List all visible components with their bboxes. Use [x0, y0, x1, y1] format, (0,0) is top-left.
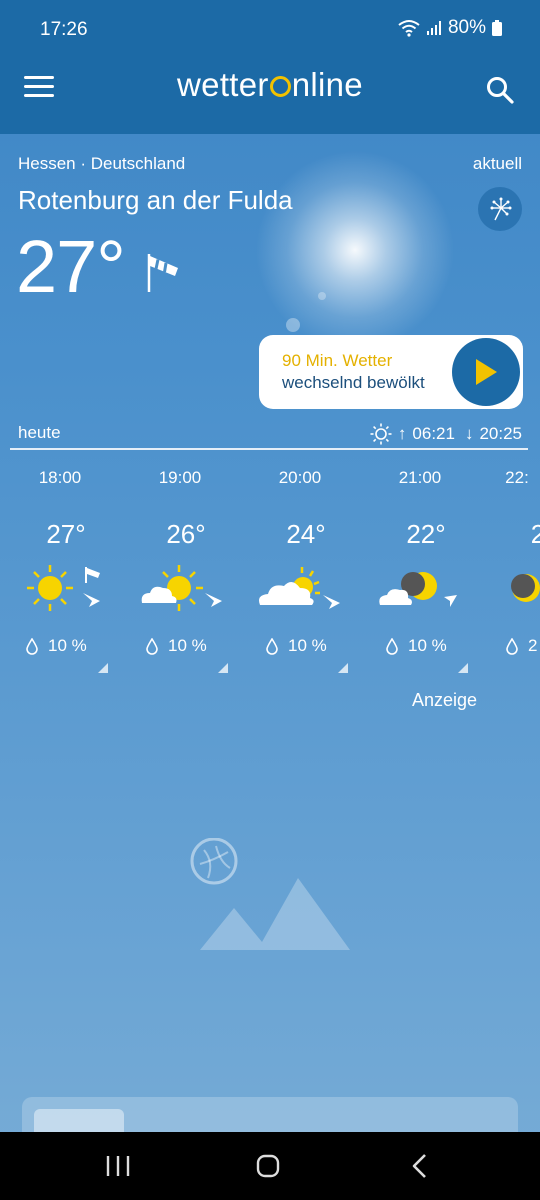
sun-cloud-icon [141, 565, 222, 611]
raindrop-icon [146, 637, 158, 655]
app-header: 17:26 80% wetter nline [0, 0, 540, 134]
hour-temperature: 26° [166, 519, 206, 549]
hour-temperature: 22° [406, 519, 446, 549]
ad-label: Anzeige [412, 690, 478, 710]
hour-time: 19:00 [158, 468, 202, 487]
play-button[interactable] [452, 338, 520, 406]
home-button[interactable] [248, 1148, 288, 1184]
sun-glow-decoration [255, 150, 455, 350]
rain-chance: 10 % [266, 636, 327, 656]
lens-flare [286, 318, 300, 332]
status-time: 17:26 [40, 19, 88, 40]
current-temperature: 27° [16, 225, 126, 308]
hour-time: 18:00 [38, 468, 82, 487]
divider [10, 448, 528, 450]
signal-icon [426, 21, 441, 35]
sun-outline-icon [370, 423, 392, 445]
raindrop-icon [506, 637, 518, 655]
logo-text-prefix: wetter [177, 66, 269, 103]
hour-item[interactable]: 20:00 24° 10 % [240, 455, 360, 685]
sun-times: ↑ 06:21 ↓ 20:25 [370, 423, 522, 445]
raindrop-icon [386, 637, 398, 655]
back-button[interactable] [400, 1148, 440, 1184]
current-label: aktuell [472, 154, 522, 173]
status-icons: 80% [398, 17, 502, 39]
image-placeholder-icon [190, 838, 350, 950]
logo-text-suffix: nline [291, 66, 363, 103]
expand-indicator [338, 663, 348, 673]
arrow-up-icon: ↑ [397, 424, 407, 443]
hour-time: 20:00 [278, 468, 322, 487]
sunset-time: 20:25 [479, 424, 522, 443]
arrow-down-icon: ↓ [464, 424, 474, 443]
battery-percent: 80% [447, 17, 486, 38]
battery-icon [492, 20, 502, 36]
rain-chance: 2 [506, 636, 537, 656]
logo-globe-icon [269, 76, 291, 97]
hour-temperature: 27° [46, 519, 86, 549]
app-logo: wetter nline [0, 66, 540, 104]
region-label: Hessen · Deutschland [18, 154, 186, 173]
expand-indicator [98, 663, 108, 673]
sunrise-time: 06:21 [412, 424, 455, 443]
hour-temperature: 2 [530, 519, 540, 549]
expand-indicator [458, 663, 468, 673]
ninety-min-weather-card[interactable]: 90 Min. Wetter wechselnd bewölkt [259, 335, 523, 409]
cloud-sun-icon [259, 567, 340, 609]
windsock-icon [147, 254, 178, 292]
card-title: 90 Min. Wetter [282, 351, 393, 370]
rain-chance: 10 % [386, 636, 447, 656]
expand-indicator [218, 663, 228, 673]
pollen-button[interactable] [478, 187, 522, 231]
wifi-icon [398, 20, 420, 37]
hour-item[interactable]: 22: 2 2 [480, 455, 540, 685]
raindrop-icon [26, 637, 38, 655]
search-button[interactable] [486, 76, 514, 104]
recent-apps-button[interactable] [98, 1148, 138, 1184]
card-subtitle: wechselnd bewölkt [282, 373, 425, 392]
rain-chance: 10 % [26, 636, 87, 656]
hour-item[interactable]: 18:00 27° 10 % [0, 455, 120, 685]
play-icon [476, 359, 497, 385]
system-nav-bar [0, 1132, 540, 1200]
hourly-forecast[interactable]: 18:00 27° 10 % 19:00 26° 10 % 20:00 24° … [0, 455, 540, 685]
rain-chance: 10 % [146, 636, 207, 656]
lens-flare [318, 292, 326, 300]
sun-icon [27, 565, 100, 611]
cloud-moon-icon [379, 572, 457, 607]
hour-temperature: 24° [286, 519, 326, 549]
city-name[interactable]: Rotenburg an der Fulda [18, 185, 293, 216]
today-label: heute [18, 423, 61, 442]
hour-time: 22: [505, 468, 529, 487]
hour-item[interactable]: 21:00 22° 10 % [360, 455, 480, 685]
dandelion-icon [490, 197, 512, 221]
hour-item[interactable]: 19:00 26° 10 % [120, 455, 240, 685]
raindrop-icon [266, 637, 278, 655]
weather-screen: 17:26 80% wetter nline Hessen · Deutschl… [0, 0, 540, 1200]
moon-icon [511, 574, 540, 602]
